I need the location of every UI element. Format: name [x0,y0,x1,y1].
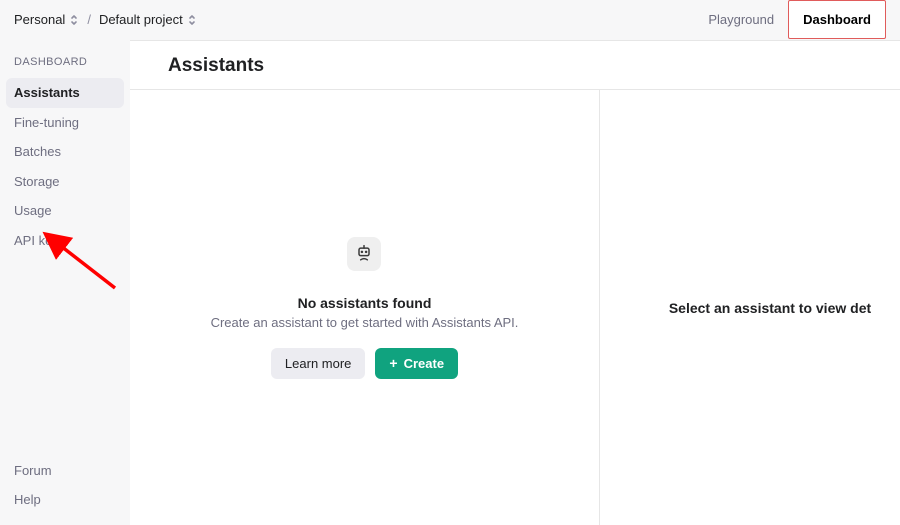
chevron-sort-icon [69,14,79,26]
sidebar-item-label: Batches [14,144,61,159]
sidebar-item-label: API keys [14,233,65,248]
sidebar-item-usage[interactable]: Usage [6,196,124,226]
sidebar-item-label: Forum [14,463,52,478]
empty-title: No assistants found [298,295,432,311]
sidebar-item-label: Help [14,492,41,507]
sidebar-header: DASHBOARD [6,56,124,78]
sidebar-item-label: Fine-tuning [14,115,79,130]
sidebar-item-forum[interactable]: Forum [6,456,124,486]
sidebar: DASHBOARD Assistants Fine-tuning Batches… [0,40,130,525]
create-label: Create [404,356,444,371]
learn-more-label: Learn more [285,356,351,371]
sidebar-item-label: Usage [14,203,52,218]
tab-dashboard-label: Dashboard [803,12,871,27]
sidebar-item-storage[interactable]: Storage [6,167,124,197]
sidebar-item-api-keys[interactable]: API keys [6,226,124,256]
sidebar-list: Assistants Fine-tuning Batches Storage U… [6,78,124,256]
empty-state: No assistants found Create an assistant … [211,237,519,379]
empty-subtitle: Create an assistant to get started with … [211,315,519,330]
detail-placeholder: Select an assistant to view det [629,300,871,316]
plus-icon: + [389,356,397,370]
chevron-sort-icon [187,14,197,26]
project-selector-label: Default project [99,12,183,27]
breadcrumb: Personal / Default project [14,12,197,27]
org-selector-label: Personal [14,12,65,27]
sidebar-footer: Forum Help [6,456,124,515]
assistant-detail-panel: Select an assistant to view det [600,90,900,525]
project-selector[interactable]: Default project [99,12,197,27]
assistants-list-panel: No assistants found Create an assistant … [130,90,600,525]
tab-dashboard[interactable]: Dashboard [788,0,886,39]
empty-actions: Learn more + Create [271,348,458,379]
content: No assistants found Create an assistant … [130,90,900,525]
sidebar-item-fine-tuning[interactable]: Fine-tuning [6,108,124,138]
learn-more-button[interactable]: Learn more [271,348,365,379]
main: Assistants No assistants found [130,40,900,525]
sidebar-item-help[interactable]: Help [6,485,124,515]
page-title: Assistants [168,55,862,77]
sidebar-item-batches[interactable]: Batches [6,137,124,167]
sidebar-item-label: Storage [14,174,60,189]
tab-playground[interactable]: Playground [694,0,788,39]
org-selector[interactable]: Personal [14,12,79,27]
page-header: Assistants [130,41,900,90]
top-nav: Playground Dashboard [694,0,886,39]
sidebar-item-assistants[interactable]: Assistants [6,78,124,108]
create-button[interactable]: + Create [375,348,458,379]
tab-playground-label: Playground [708,12,774,27]
breadcrumb-separator: / [85,12,93,27]
robot-icon [347,237,381,271]
sidebar-item-label: Assistants [14,85,80,100]
top-bar: Personal / Default project Playground Da… [0,0,900,40]
